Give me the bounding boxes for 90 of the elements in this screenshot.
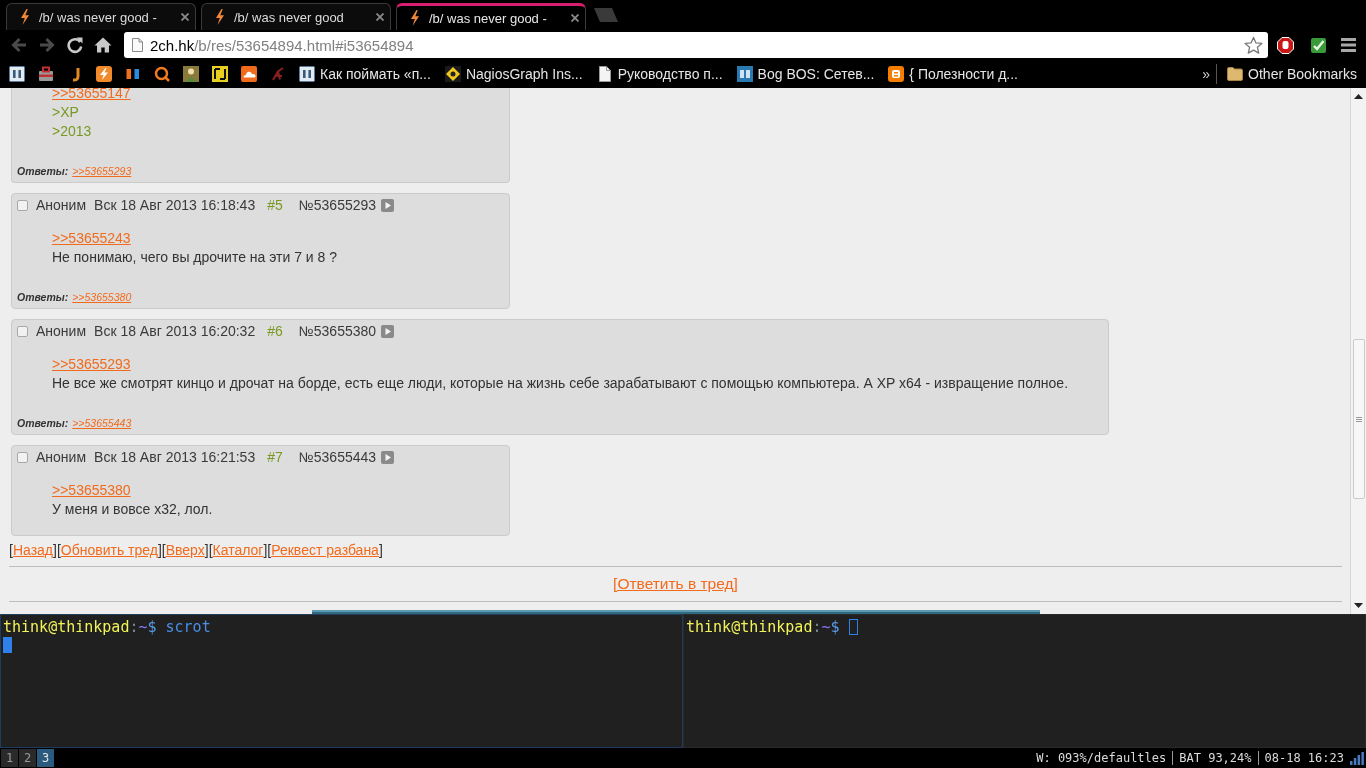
post-number[interactable]: №53655380 <box>298 323 377 339</box>
scrollbar[interactable] <box>1350 88 1366 614</box>
signal-icon <box>1350 751 1364 765</box>
nav-bracket: ] <box>263 542 268 558</box>
poster-name: Аноним <box>36 323 87 339</box>
nav-bracket: ] <box>378 542 383 558</box>
terminal-pane[interactable]: think@thinkpad:~$ scrot <box>0 614 683 748</box>
terminal-command: scrot <box>165 618 211 636</box>
post-date: Вск 18 Авг 2013 16:20:32 <box>94 323 256 339</box>
diamond-icon <box>444 66 461 82</box>
play-icon[interactable] <box>381 198 395 212</box>
document-icon <box>132 38 143 52</box>
checkbox[interactable] <box>17 199 28 211</box>
post-number[interactable]: №53655293 <box>298 197 377 213</box>
bolt-tile-icon[interactable] <box>96 66 112 82</box>
post-date: Вск 18 Авг 2013 16:18:43 <box>94 197 256 213</box>
post-number[interactable]: №53655443 <box>298 449 377 465</box>
nav-bracket: ] <box>157 542 162 558</box>
nav-bracket: [ <box>208 542 213 558</box>
close-icon[interactable] <box>571 14 579 22</box>
workspace-button[interactable]: 2 <box>19 749 36 767</box>
check-icon[interactable] <box>1310 36 1327 54</box>
close-icon[interactable] <box>376 13 384 21</box>
terminal-prompt: think@thinkpad:~$ <box>686 618 840 636</box>
tile-icon[interactable] <box>9 66 25 82</box>
grip-icon <box>1355 416 1362 422</box>
blog-tile-icon <box>888 66 905 82</box>
menu-icon[interactable] <box>1341 38 1356 52</box>
post-index: #7 <box>267 449 283 465</box>
post-text: Не все же смотрят кинцо и дрочат на борде, есть еще люди, которые на жизнь себе зарабатывают с помощью компьютера. А XP x64 - извращение полное. <box>52 375 1069 391</box>
arrow-down-icon[interactable] <box>1354 603 1363 608</box>
post-index: #5 <box>267 197 283 213</box>
address-field[interactable]: 2ch.hk/b/res/53654894.html#i53654894 <box>124 32 1268 58</box>
post-text: Не понимаю, чего вы дрочите на эти 7 и 8 ? <box>52 249 338 265</box>
post-index: #6 <box>267 323 283 339</box>
nav-bracket: ] <box>53 542 57 558</box>
cloud-icon[interactable] <box>241 66 257 82</box>
play-icon[interactable] <box>381 450 395 464</box>
workspace-button[interactable]: 1 <box>1 749 18 767</box>
nav-bracket: [ <box>56 542 61 558</box>
terminal-prompt: think@thinkpad:~$ <box>3 618 157 636</box>
document-icon <box>596 66 613 82</box>
bookmark[interactable]: Как поймать «п... <box>299 66 431 82</box>
close-icon[interactable] <box>181 13 189 21</box>
nav-bracket: [ <box>267 542 272 558</box>
arrow-up-icon[interactable] <box>1354 94 1363 99</box>
figure-icon[interactable] <box>183 66 199 82</box>
poster-name: Аноним <box>36 449 87 465</box>
replies-label: Ответы: <box>17 165 69 177</box>
ring-icon[interactable] <box>154 66 170 82</box>
bolt-icon <box>410 10 420 26</box>
replies-label: Ответы: <box>17 417 69 429</box>
nav-bracket: [ <box>9 542 13 558</box>
browser-tab[interactable]: /b/ was never good <box>201 3 391 30</box>
quote-text: >2013 <box>52 123 92 139</box>
other-bookmarks[interactable]: Other Bookmarks <box>1227 66 1357 82</box>
overflow-chevron[interactable]: » <box>1202 66 1211 82</box>
bookmark[interactable]: { Полезности д... <box>888 66 1018 82</box>
quote-text: >XP <box>52 104 79 120</box>
bolt-icon <box>20 9 30 25</box>
checkbox[interactable] <box>17 325 28 337</box>
workspace-button[interactable]: 3 <box>37 749 54 767</box>
tile-icon <box>299 66 315 82</box>
browser-tab[interactable]: /b/ was never good - <box>396 3 586 30</box>
bookmark[interactable]: Bog BOS: Сетев... <box>736 66 875 82</box>
home-icon[interactable] <box>94 36 112 54</box>
poster-name: Аноним <box>36 197 87 213</box>
bars-icon[interactable] <box>125 66 141 82</box>
toolbox-icon[interactable] <box>38 66 54 82</box>
scrollbar-thumb[interactable] <box>1352 339 1365 499</box>
nav-bracket: [ <box>161 542 166 558</box>
terminal-pane[interactable]: think@thinkpad:~$ <box>683 614 1366 748</box>
post-date: Вск 18 Авг 2013 16:21:53 <box>94 449 256 465</box>
bookmark[interactable]: NagiosGraph Ins... <box>444 66 583 82</box>
frame-icon[interactable] <box>212 66 228 82</box>
folder-icon <box>1227 67 1244 81</box>
bolt-icon <box>215 9 225 25</box>
replies-label: Ответы: <box>17 291 69 303</box>
bookmark[interactable]: Руководство п... <box>596 66 723 82</box>
status-text: W: 093%/defaultles <box>1035 751 1168 765</box>
play-icon[interactable] <box>381 324 395 338</box>
post-text: У меня и вовсе x32, лол. <box>52 501 213 517</box>
stop-sign-icon[interactable] <box>1277 36 1294 54</box>
tile-icon <box>736 66 753 82</box>
star-icon[interactable] <box>1244 35 1263 55</box>
checkbox[interactable] <box>17 451 28 463</box>
browser-tab[interactable]: /b/ was never good - <box>6 3 196 30</box>
reload-icon[interactable] <box>66 36 84 54</box>
status-text: BAT 93,24% <box>1172 751 1258 765</box>
nav-bracket: ] <box>204 542 209 558</box>
